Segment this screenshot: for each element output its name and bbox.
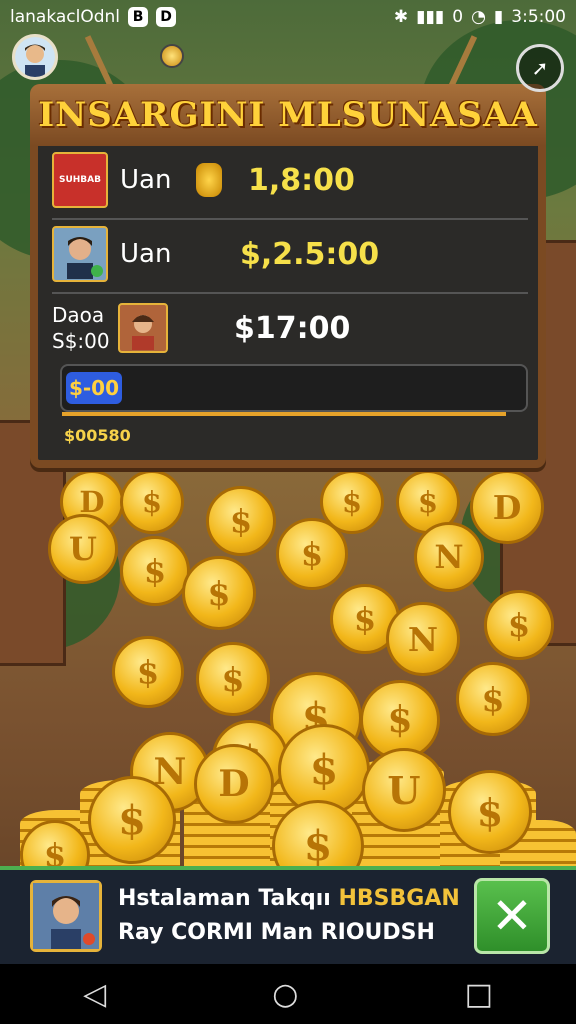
gold-coin-icon: $ [196,642,270,716]
progress-bar: $-00 [60,364,528,416]
gold-coin-icon: $ [182,556,256,630]
ad-headline-text: Hstalaman Takqıı [118,886,339,911]
gold-coin-icon: N [414,522,484,592]
gold-coin-icon: $ [276,518,348,590]
gold-coin-icon: D [194,744,274,824]
divider [52,218,528,220]
row-thumbnail: SUHBAB [52,152,108,208]
clock: 3:5:00 [511,7,566,27]
status-bar: lanakaclOdnl B D ✱ ▮▮▮ 0 ◔ ▮ 3:5:00 [0,0,576,34]
ad-close-button[interactable]: ✕ [474,878,550,954]
row-amount: $17:00 [234,310,351,346]
row-name-line: S$:00 [52,329,110,353]
ad-headline-highlight: HBSBGAN [338,886,460,911]
recents-icon[interactable]: □ [465,977,493,1012]
ad-banner[interactable]: Hstalaman Takqıı HBSBGAN Ray CORMI Man R… [0,866,576,968]
gold-coin-icon: $ [206,486,276,556]
gold-coin-icon: $ [448,770,532,854]
leaderboard-row[interactable]: SUHBAB Uan 1,8:00 [52,148,528,212]
progress-fill [62,412,506,416]
panel-title: INSARGINI MLSUNASAA [38,95,538,135]
gold-coin-icon: $ [88,776,176,864]
battery-icon: ▮ [493,7,504,27]
leaderboard-row[interactable]: Daoa S$:00 $17:00 [52,296,528,360]
gold-coin-icon: U [362,748,446,832]
row-name: Daoa S$:00 [52,302,118,354]
status-carrier-text: lanakaclOdnl [10,7,121,27]
leaderboard-row[interactable]: Uan $,2.5:00 [52,222,528,286]
thumbnail-label: SUHBAB [58,175,101,185]
status-data-text: 0 [452,7,464,27]
panel-footer-value: $00580 [64,426,131,445]
divider [52,292,528,294]
ad-subline: Ray CORMI Man RIOUDSH [118,920,435,945]
gold-coin-icon: $ [484,590,554,660]
gold-coin-icon: N [386,602,460,676]
status-app-icon: D [156,7,177,27]
row-name: Uan [120,165,172,195]
bluetooth-icon: ✱ [393,7,409,27]
gold-coin-icon: D [470,470,544,544]
wifi-icon: ◔ [471,7,486,27]
gold-coin-icon: $ [456,662,530,736]
ad-headline: Hstalaman Takqıı HBSBGAN [118,886,460,911]
coin-jar-icon [196,163,222,197]
leaderboard-panel: INSARGINI MLSUNASAA SUHBAB Uan 1,8:00 Ua… [30,84,546,468]
status-app-icon: B [128,7,149,27]
player-avatar[interactable] [12,34,58,80]
bar-label[interactable]: $-00 [66,372,122,404]
row-amount: $,2.5:00 [240,236,380,272]
row-name: Uan [120,239,172,269]
gold-coin-icon: $ [120,536,190,606]
system-nav-bar: ◁ ○ □ [0,964,576,1024]
row-amount: 1,8:00 [248,162,355,198]
compass-icon[interactable]: ➚ [516,44,564,92]
ad-thumbnail [30,880,102,952]
signal-icon: ▮▮▮ [416,7,445,27]
player-portrait [118,303,168,353]
coin-icon [160,44,184,68]
panel-header: INSARGINI MLSUNASAA [30,84,546,146]
gold-coin-icon: U [48,514,118,584]
gold-coin-icon: $ [120,470,184,534]
gold-coin-icon: $ [112,636,184,708]
back-icon[interactable]: ◁ [83,977,106,1012]
home-icon[interactable]: ○ [272,977,298,1012]
player-portrait [52,226,108,282]
row-name-line: Daoa [52,303,105,327]
